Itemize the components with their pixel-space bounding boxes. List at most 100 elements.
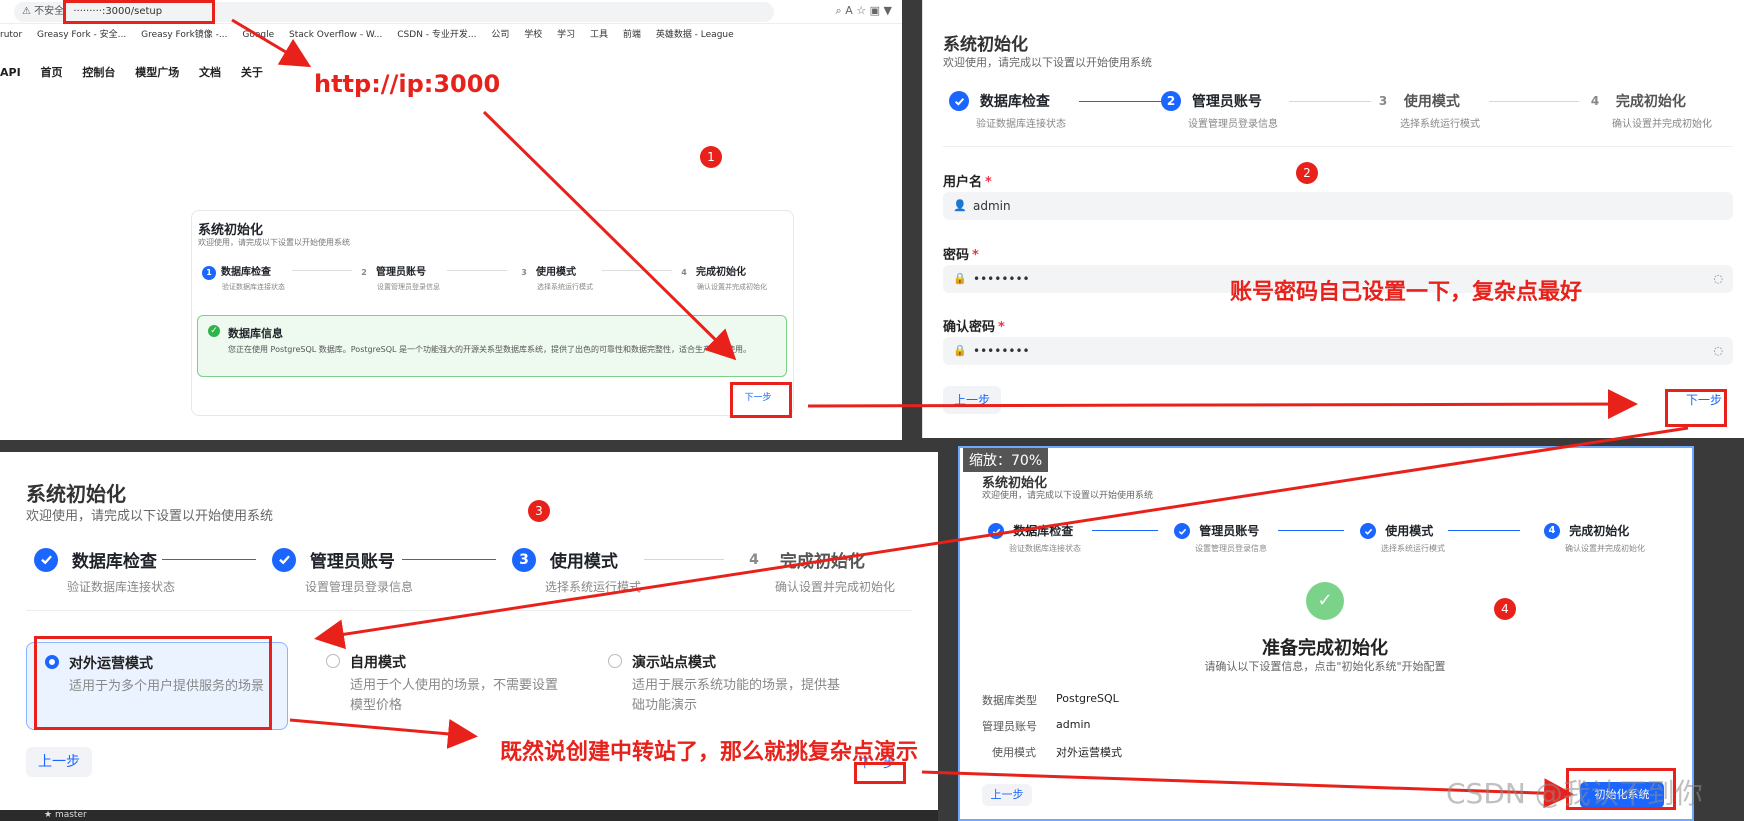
step-badge: 1: [700, 146, 722, 168]
watermark: CSDN @我认不到你: [1446, 777, 1703, 810]
eye-off-icon[interactable]: ◌: [1713, 265, 1723, 293]
step-db-check: 1 数据库检查 验证数据库连接状态: [202, 263, 285, 292]
nav-models[interactable]: 模型广场: [135, 66, 179, 79]
branch-name: master: [54, 810, 87, 820]
check-icon: [1174, 522, 1190, 539]
mode-option-demo[interactable]: 演示站点模式 适用于展示系统功能的场景，提供基础功能演示: [590, 642, 852, 730]
radio-unchecked[interactable]: [326, 654, 340, 668]
check-circle-icon: ✓: [208, 325, 220, 337]
prev-button[interactable]: 上一步: [982, 784, 1032, 806]
zoom-icon[interactable]: ⌕: [836, 4, 842, 17]
confirm-password-label: 确认密码 *: [943, 320, 1005, 335]
mode-hint: 既然说创建中转站了，那么就挑复杂点演示: [500, 740, 919, 765]
step-finish: 4 完成初始化 确认设置并完成初始化: [1585, 91, 1712, 130]
next-highlight: [730, 382, 792, 418]
step-db-check: 数据库检查 验证数据库连接状态: [988, 522, 1081, 554]
step-number: 3: [521, 268, 527, 277]
username-label: 用户名 *: [943, 175, 992, 190]
step-badge: 4: [1494, 598, 1516, 620]
password-hint: 账号密码自己设置一下，复杂点最好: [1230, 280, 1583, 305]
mode-option-personal[interactable]: 自用模式 适用于个人使用的场景，不需要设置模型价格: [308, 642, 570, 730]
setup-title: 系统初始化: [943, 35, 1028, 55]
extension-icon[interactable]: ▣: [870, 4, 880, 17]
warning-icon: ⚠: [22, 6, 31, 17]
step-number: 1: [202, 266, 216, 280]
step-mode: 3 使用模式 选择系统运行模式: [517, 263, 593, 292]
step-finish: 4 完成初始化 确认设置并完成初始化: [677, 263, 767, 292]
branch-icon: ★: [44, 810, 53, 820]
step-admin: 2 管理员账号 设置管理员登录信息: [357, 263, 440, 292]
nav-console[interactable]: 控制台: [82, 66, 115, 79]
password-label: 密码 *: [943, 248, 979, 263]
nav-about[interactable]: 关于: [241, 66, 263, 79]
step-connector: [1278, 530, 1344, 531]
browser-panel: ⚠ 不安全 ·········:3000/setup ⌕ A ☆ ▣ ▼ rut…: [0, 0, 902, 440]
setup-subtitle: 欢迎使用，请完成以下设置以开始使用系统: [943, 56, 1152, 69]
step-connector: [1489, 101, 1579, 102]
stepper: 1 数据库检查 验证数据库连接状态 2 管理员账号 设置管理员登录信息 3 使用模式 …: [202, 263, 787, 293]
prev-button[interactable]: 上一步: [943, 386, 1001, 414]
step-number: 2: [1161, 91, 1181, 111]
star-icon[interactable]: ☆: [856, 4, 866, 17]
nav-docs[interactable]: 文档: [199, 66, 221, 79]
step-mode: 使用模式 选择系统运行模式: [1360, 522, 1445, 554]
step-connector: [447, 270, 507, 271]
bookmark-item[interactable]: CSDN - 专业开发...: [397, 30, 476, 40]
check-icon: [272, 547, 296, 572]
divider: [26, 610, 912, 611]
setup-card-step1: 系统初始化 欢迎使用，请完成以下设置以开始使用系统 1 数据库检查 验证数据库连接…: [191, 210, 794, 416]
step-badge: 3: [528, 500, 550, 522]
read-aloud-icon[interactable]: A: [845, 4, 853, 17]
step-admin: 管理员账号 设置管理员登录信息: [1174, 522, 1267, 554]
step-admin: 管理员账号 设置管理员登录信息: [272, 547, 413, 595]
bookmark-item[interactable]: Greasy Fork镜像 -...: [141, 30, 227, 40]
zoom-indicator: 缩放：70%: [963, 448, 1049, 472]
setup-subtitle: 欢迎使用，请完成以下设置以开始使用系统: [26, 509, 274, 524]
confirm-password-input[interactable]: 🔒 •••••••• ◌: [943, 337, 1733, 365]
summary-row-admin: 管理员账号 admin: [982, 718, 1091, 733]
bookmark-item[interactable]: 英雄数据 - League: [656, 30, 734, 40]
step-number: 4: [749, 551, 759, 568]
url-highlight: [63, 0, 215, 24]
bookmark-folder[interactable]: 工具: [590, 30, 608, 40]
radio-unchecked[interactable]: [608, 654, 622, 668]
username-input[interactable]: 👤 admin: [943, 192, 1733, 220]
step-admin: 2 管理员账号 设置管理员登录信息: [1161, 91, 1278, 130]
nav-home[interactable]: 首页: [41, 66, 63, 79]
bookmark-item[interactable]: rutor: [0, 30, 22, 40]
stepper: 数据库检查 验证数据库连接状态 管理员账号 设置管理员登录信息 使用模式 选择系…: [988, 522, 1688, 556]
step-finish: 4 完成初始化 确认设置并完成初始化: [1544, 522, 1645, 554]
bookmark-folder[interactable]: 前端: [623, 30, 641, 40]
step-db-check: 数据库检查 验证数据库连接状态: [34, 547, 175, 595]
lock-icon: 🔒: [953, 272, 967, 285]
nav-api[interactable]: API: [0, 66, 21, 79]
bookmark-item[interactable]: Stack Overflow - W...: [289, 30, 382, 40]
step-connector: [1448, 530, 1520, 531]
account-panel: 系统初始化 欢迎使用，请完成以下设置以开始使用系统 数据库检查 验证数据库连接状…: [922, 0, 1744, 438]
prev-button[interactable]: 上一步: [26, 747, 92, 777]
mode-highlight: [34, 636, 272, 730]
summary-row-db: 数据库类型 PostgreSQL: [982, 692, 1119, 707]
bookmark-folder[interactable]: 学习: [557, 30, 575, 40]
setup-card-step2: 系统初始化 欢迎使用，请完成以下设置以开始使用系统 数据库检查 验证数据库连接状…: [929, 16, 1739, 426]
check-icon: [1360, 522, 1376, 539]
shield-icon[interactable]: ▼: [884, 4, 892, 17]
bookmark-item[interactable]: Greasy Fork - 安全...: [37, 30, 126, 40]
setup-subtitle: 欢迎使用，请完成以下设置以开始使用系统: [982, 491, 1154, 501]
step-connector: [644, 559, 724, 560]
next-highlight: [1665, 389, 1727, 427]
step-number: 4: [1590, 94, 1600, 108]
check-icon: [34, 547, 58, 572]
lock-icon: 🔒: [953, 344, 967, 357]
bookmark-item[interactable]: Google: [242, 30, 274, 40]
step-number: 3: [512, 547, 536, 572]
divider: [943, 146, 1733, 147]
bookmark-folder[interactable]: 学校: [524, 30, 542, 40]
db-info-title: 数据库信息: [228, 327, 283, 340]
status-strip: ★ master: [0, 810, 938, 821]
eye-off-icon[interactable]: ◌: [1713, 337, 1723, 365]
step-number: 4: [681, 268, 687, 277]
site-nav: API 首页 控制台 模型广场 文档 关于: [0, 64, 279, 80]
bookmark-folder[interactable]: 公司: [491, 30, 509, 40]
finish-panel: 系统初始化 欢迎使用，请完成以下设置以开始使用系统 缩放：70% 数据库检查 验…: [958, 446, 1694, 821]
